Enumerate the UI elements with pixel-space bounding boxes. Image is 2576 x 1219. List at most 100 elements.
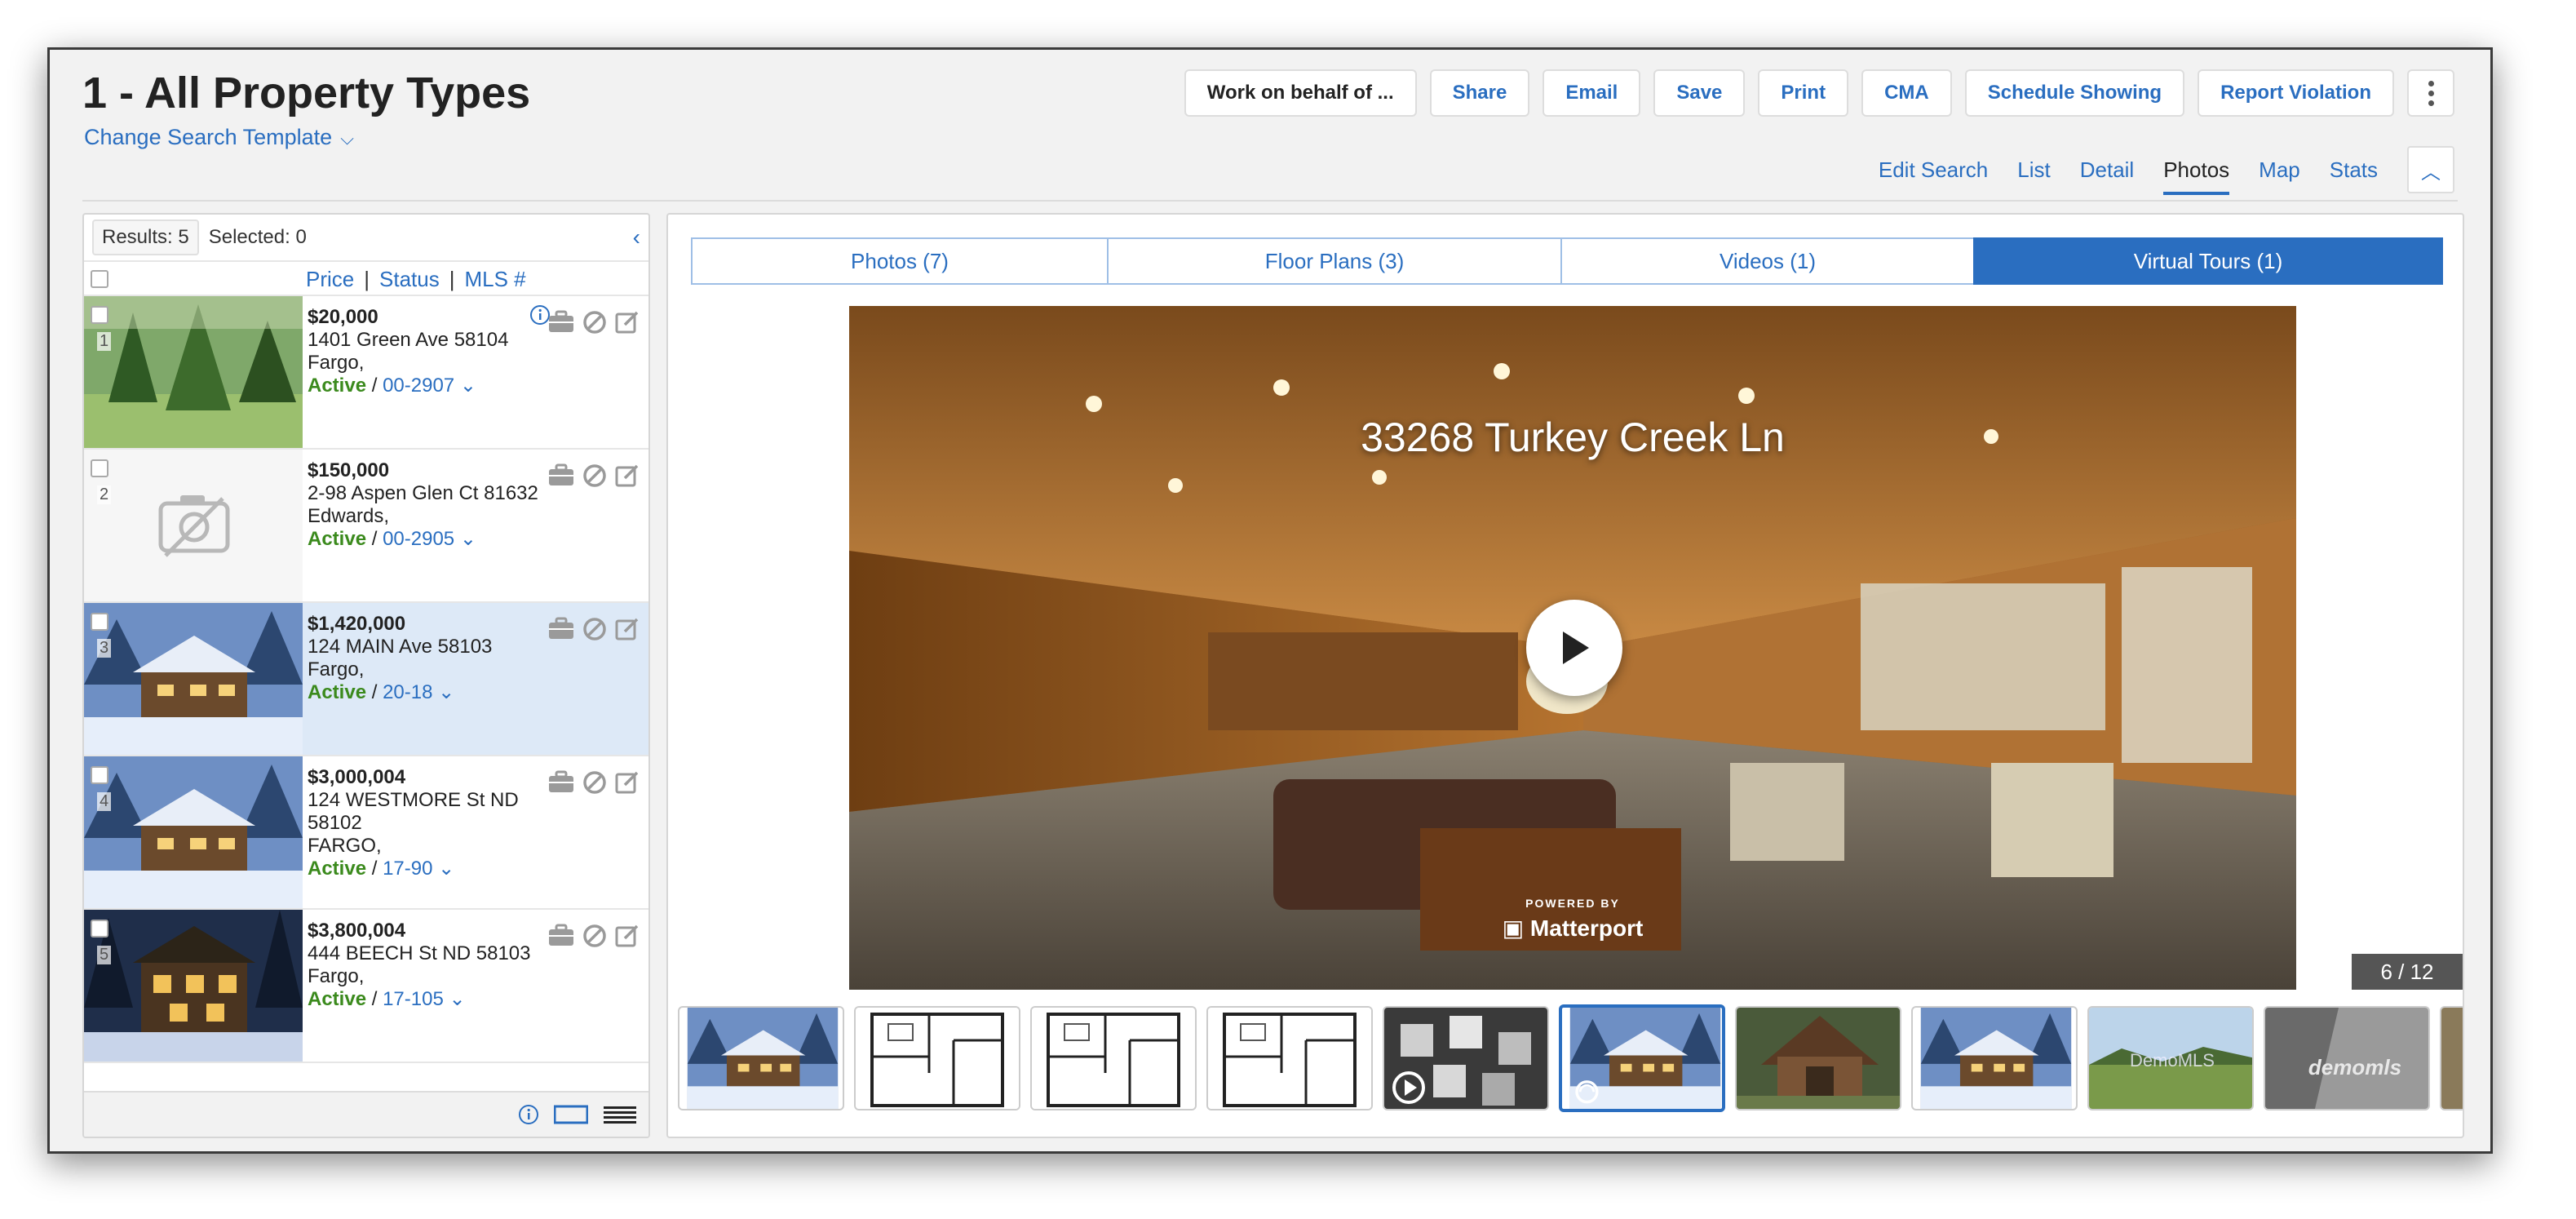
email-button[interactable]: Email xyxy=(1543,69,1641,117)
edit-note-icon[interactable] xyxy=(614,923,640,949)
listing-mls-number: 00-2905 xyxy=(383,528,455,550)
listing-mls-number: 20-18 xyxy=(383,681,433,703)
briefcase-icon[interactable] xyxy=(547,923,575,947)
tab-edit-search[interactable]: Edit Search xyxy=(1879,144,1988,195)
tour-title: 33268 Turkey Creek Ln xyxy=(1361,414,1785,460)
status-separator: / xyxy=(366,681,383,703)
listing-price: $20,000 xyxy=(308,306,378,328)
edit-note-icon[interactable] xyxy=(614,616,640,642)
play-tour-button[interactable] xyxy=(1526,600,1622,696)
svg-text:demomls: demomls xyxy=(2308,1055,2401,1079)
work-on-behalf-button[interactable]: Work on behalf of ... xyxy=(1184,69,1417,117)
card-view-icon[interactable] xyxy=(554,1105,588,1124)
listing-mls-link[interactable]: 00-2907 ⌄ xyxy=(383,375,476,397)
tab-photos[interactable]: Photos xyxy=(2163,144,2229,195)
listing-row[interactable]: 3 $1,420,000 124 MAIN Ave 58103 Fargo, A… xyxy=(84,603,648,756)
view-tabs: Edit Search List Detail Photos Map Stats ︿ xyxy=(1879,144,2454,195)
share-button[interactable]: Share xyxy=(1429,69,1530,117)
thumbnail-partial[interactable] xyxy=(2440,1006,2463,1110)
listing-status: Active xyxy=(308,988,367,1010)
block-icon[interactable] xyxy=(582,463,608,489)
listing-number: 1 xyxy=(97,332,112,351)
listing-row[interactable]: 4 $3,000,004 124 WESTMORE St ND 58102 FA… xyxy=(84,756,648,910)
chevron-down-icon: ⌵ xyxy=(340,128,354,148)
media-tab-virtual-tours[interactable]: Virtual Tours (1) xyxy=(1973,237,2443,285)
thumbnail-video[interactable] xyxy=(1383,1006,1549,1110)
listing-checkbox[interactable] xyxy=(91,613,108,631)
thumbnail-snow[interactable] xyxy=(678,1006,844,1110)
listing-photo[interactable] xyxy=(84,910,303,1062)
edit-note-icon[interactable] xyxy=(614,309,640,335)
thumbnail-tour[interactable] xyxy=(1559,1004,1725,1112)
listing-checkbox[interactable] xyxy=(91,306,108,324)
listing-mls-link[interactable]: 20-18 ⌄ xyxy=(383,681,454,703)
selected-count: Selected: 0 xyxy=(208,226,307,248)
tab-detail[interactable]: Detail xyxy=(2080,144,2134,195)
listing-checkbox[interactable] xyxy=(91,459,108,477)
listing-photo[interactable] xyxy=(84,756,303,908)
listing-status-line: Active / 17-90 ⌄ xyxy=(308,858,552,880)
collapse-header-button[interactable]: ︿ xyxy=(2407,146,2454,193)
edit-note-icon[interactable] xyxy=(614,463,640,489)
block-icon[interactable] xyxy=(582,309,608,335)
listing-mls-link[interactable]: 17-105 ⌄ xyxy=(383,988,466,1010)
thumbnail-gray[interactable]: demomls xyxy=(2264,1006,2430,1110)
schedule-showing-button[interactable]: Schedule Showing xyxy=(1964,69,2185,117)
listing-row[interactable]: 2 $150,000 2-98 Aspen Glen Ct 81632 Edwa… xyxy=(84,450,648,603)
briefcase-icon[interactable] xyxy=(547,463,575,487)
media-tab-floor-plans[interactable]: Floor Plans (3) xyxy=(1107,237,1562,285)
sort-price-link[interactable]: Price xyxy=(306,267,354,291)
collapse-panel-icon[interactable]: ‹ xyxy=(633,224,640,250)
briefcase-icon[interactable] xyxy=(547,616,575,641)
listing-number: 4 xyxy=(97,792,112,811)
tab-map[interactable]: Map xyxy=(2259,144,2300,195)
listing-checkbox[interactable] xyxy=(91,920,108,938)
more-options-icon[interactable] xyxy=(2407,69,2454,117)
listing-address: 444 BEECH St ND 58103 xyxy=(308,942,531,964)
header-divider xyxy=(82,200,2458,202)
action-toolbar: Work on behalf of ... Share Email Save Print… xyxy=(1184,69,2454,117)
tab-stats[interactable]: Stats xyxy=(2330,144,2378,195)
listing-mls-link[interactable]: 00-2905 ⌄ xyxy=(383,528,476,550)
listing-mls-number: 17-105 xyxy=(383,988,444,1010)
chevron-down-icon: ⌄ xyxy=(459,528,476,550)
thumbnail-cabin[interactable] xyxy=(1735,1006,1901,1110)
listing-checkbox[interactable] xyxy=(91,766,108,784)
block-icon[interactable] xyxy=(582,923,608,949)
status-separator: / xyxy=(366,988,383,1010)
list-view-icon[interactable] xyxy=(603,1105,637,1124)
chevron-down-icon: ⌄ xyxy=(438,681,455,703)
briefcase-icon[interactable] xyxy=(547,769,575,794)
report-violation-button[interactable]: Report Violation xyxy=(2198,69,2394,117)
sort-mls-link[interactable]: MLS # xyxy=(465,267,526,291)
thumbnail-floorplan[interactable] xyxy=(1206,1006,1373,1110)
results-header: Results: 5 Selected: 0 ‹ xyxy=(84,215,648,260)
tab-list[interactable]: List xyxy=(2017,144,2050,195)
media-tab-photos[interactable]: Photos (7) xyxy=(691,237,1109,285)
listing-row[interactable]: 1 $20,000 1401 Green Ave 58104 Fargo, Ac… xyxy=(84,296,648,450)
block-icon[interactable] xyxy=(582,769,608,796)
listing-photo[interactable] xyxy=(84,296,303,448)
save-button[interactable]: Save xyxy=(1653,69,1746,117)
thumbnail-field[interactable]: DemoMLS xyxy=(2087,1006,2254,1110)
change-search-template-link[interactable]: Change Search Template ⌵ xyxy=(84,125,354,150)
virtual-tour-viewer[interactable]: 33268 Turkey Creek Ln POWERED BY ▣ Matte… xyxy=(849,306,2296,990)
info-icon[interactable] xyxy=(518,1104,539,1125)
cma-button[interactable]: CMA xyxy=(1861,69,1952,117)
listing-row[interactable]: 5 $3,800,004 444 BEECH St ND 58103 Fargo… xyxy=(84,910,648,1063)
thumbnail-floorplan[interactable] xyxy=(854,1006,1020,1110)
listing-mls-link[interactable]: 17-90 ⌄ xyxy=(383,858,454,880)
listing-photo[interactable] xyxy=(84,603,303,755)
select-all-checkbox[interactable] xyxy=(91,270,108,288)
listing-price: $3,800,004 xyxy=(308,920,406,942)
thumbnail-snow[interactable] xyxy=(1911,1006,2078,1110)
sort-status-link[interactable]: Status xyxy=(379,267,440,291)
edit-note-icon[interactable] xyxy=(614,769,640,796)
media-tab-videos[interactable]: Videos (1) xyxy=(1560,237,1975,285)
listing-photo[interactable] xyxy=(84,450,303,601)
briefcase-icon[interactable] xyxy=(547,309,575,334)
thumbnail-floorplan[interactable] xyxy=(1030,1006,1197,1110)
listing-actions xyxy=(547,309,640,335)
block-icon[interactable] xyxy=(582,616,608,642)
print-button[interactable]: Print xyxy=(1758,69,1849,117)
